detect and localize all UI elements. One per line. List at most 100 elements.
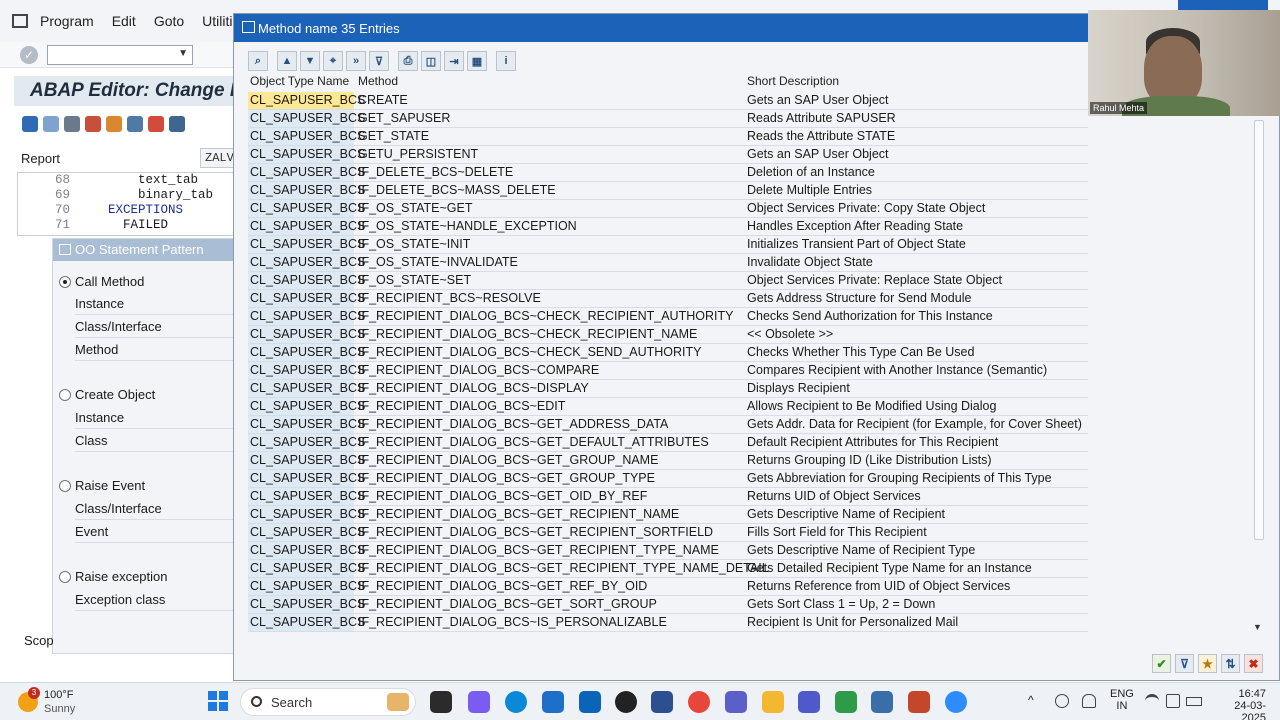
zoom-icon[interactable]: ⌕ xyxy=(248,51,268,71)
table-row[interactable]: CL_SAPUSER_BCS IF_RECIPIENT_DIALOG_BCS~CH… xyxy=(248,344,1088,362)
cell-method[interactable]: IF_RECIPIENT_DIALOG_BCS~GET_RECIPIENT_SO… xyxy=(357,524,743,541)
table-row[interactable]: CL_SAPUSER_BCS IF_RECIPIENT_DIALOG_BCS~GE… xyxy=(248,596,1088,614)
menu-edit[interactable]: Edit xyxy=(112,13,136,29)
cell-object-type[interactable]: CL_SAPUSER_BCS xyxy=(248,380,365,397)
table-row[interactable]: CL_SAPUSER_BCS CREATE Gets an SAP User Obj… xyxy=(248,92,1088,110)
taskbar-search[interactable]: Search xyxy=(240,688,416,716)
chrome-icon[interactable] xyxy=(688,691,710,713)
cell-short-description[interactable]: << Obsolete >> xyxy=(746,326,1088,343)
cell-method[interactable]: IF_RECIPIENT_DIALOG_BCS~GET_GROUP_TYPE xyxy=(357,470,743,487)
cell-method[interactable]: CREATE xyxy=(357,92,743,109)
code-line[interactable]: FAILED xyxy=(78,218,168,232)
enter-check-icon[interactable]: ✓ xyxy=(20,46,38,64)
table-row[interactable]: CL_SAPUSER_BCS IF_RECIPIENT_DIALOG_BCS~GE… xyxy=(248,470,1088,488)
store-icon[interactable] xyxy=(542,691,564,713)
tools-icon[interactable] xyxy=(64,116,80,132)
show-hidden-icons[interactable]: ^ xyxy=(1028,693,1034,707)
confirm-icon[interactable]: ✔ xyxy=(1152,654,1171,673)
layout-icon[interactable]: ▦ xyxy=(467,51,487,71)
cell-method[interactable]: IF_RECIPIENT_DIALOG_BCS~COMPARE xyxy=(357,362,743,379)
cell-short-description[interactable]: Delete Multiple Entries xyxy=(746,182,1088,199)
cell-method[interactable]: IF_RECIPIENT_DIALOG_BCS~EDIT xyxy=(357,398,743,415)
cell-method[interactable]: IF_RECIPIENT_DIALOG_BCS~IS_PERSONALIZABL… xyxy=(357,614,743,631)
chevron-down-icon[interactable]: ▼ xyxy=(178,48,188,59)
cell-short-description[interactable]: Compares Recipient with Another Instance… xyxy=(746,362,1088,379)
vertical-scrollbar[interactable]: ▲ ▼ xyxy=(1252,108,1266,635)
radio-button[interactable] xyxy=(59,479,71,492)
cell-short-description[interactable]: Default Recipient Attributes for This Re… xyxy=(746,434,1088,451)
cell-object-type[interactable]: CL_SAPUSER_BCS xyxy=(248,434,365,451)
table-row[interactable]: CL_SAPUSER_BCS IF_RECIPIENT_DIALOG_BCS~CO… xyxy=(248,362,1088,380)
teams-icon[interactable] xyxy=(725,691,747,713)
cell-method[interactable]: IF_RECIPIENT_BCS~RESOLVE xyxy=(357,290,743,307)
table-row[interactable]: CL_SAPUSER_BCS IF_RECIPIENT_DIALOG_BCS~GE… xyxy=(248,416,1088,434)
cell-object-type[interactable]: CL_SAPUSER_BCS xyxy=(248,128,365,145)
cell-method[interactable]: IF_RECIPIENT_DIALOG_BCS~GET_RECIPIENT_NA… xyxy=(357,506,743,523)
cell-object-type[interactable]: CL_SAPUSER_BCS xyxy=(248,524,365,541)
cell-short-description[interactable]: Gets Address Structure for Send Module xyxy=(746,290,1088,307)
cancel-icon[interactable]: ✖ xyxy=(1244,654,1263,673)
create-instance-field[interactable]: Instance xyxy=(75,407,235,429)
multiple-selection-icon[interactable]: ⇅ xyxy=(1221,654,1240,673)
table-row[interactable]: CL_SAPUSER_BCS IF_RECIPIENT_DIALOG_BCS~GE… xyxy=(248,434,1088,452)
cell-short-description[interactable]: Invalidate Object State xyxy=(746,254,1088,271)
cell-method[interactable]: IF_OS_STATE~SET xyxy=(357,272,743,289)
raise-exception-option[interactable]: Raise exception xyxy=(59,569,168,584)
cell-method[interactable]: IF_RECIPIENT_DIALOG_BCS~GET_REF_BY_OID xyxy=(357,578,743,595)
table-row[interactable]: CL_SAPUSER_BCS IF_RECIPIENT_DIALOG_BCS~CH… xyxy=(248,308,1088,326)
cell-method[interactable]: IF_RECIPIENT_DIALOG_BCS~CHECK_SEND_AUTHO… xyxy=(357,344,743,361)
radio-button[interactable] xyxy=(59,275,71,288)
cell-method[interactable]: GET_SAPUSER xyxy=(357,110,743,127)
cell-short-description[interactable]: Checks Send Authorization for This Insta… xyxy=(746,308,1088,325)
check-object-icon[interactable] xyxy=(85,116,101,132)
cell-object-type[interactable]: CL_SAPUSER_BCS xyxy=(248,542,365,559)
cell-short-description[interactable]: Handles Exception After Reading State xyxy=(746,218,1088,235)
cell-object-type[interactable]: CL_SAPUSER_BCS xyxy=(248,488,365,505)
cell-short-description[interactable]: Gets Sort Class 1 = Up, 2 = Down xyxy=(746,596,1088,613)
code-editor[interactable]: 68 text_tab 69 binary_tab 70 EXCEPTIONS … xyxy=(17,172,235,236)
sap-logon-icon[interactable] xyxy=(651,691,673,713)
info-icon[interactable]: i xyxy=(496,51,516,71)
cell-object-type[interactable]: CL_SAPUSER_BCS xyxy=(248,182,365,199)
cell-method[interactable]: GET_STATE xyxy=(357,128,743,145)
cell-short-description[interactable]: Gets an SAP User Object xyxy=(746,92,1088,109)
outlook-icon[interactable] xyxy=(579,691,601,713)
cell-short-description[interactable]: Object Services Private: Replace State O… xyxy=(746,272,1088,289)
cell-method[interactable]: IF_RECIPIENT_DIALOG_BCS~GET_RECIPIENT_TY… xyxy=(357,560,769,577)
table-row[interactable]: CL_SAPUSER_BCS IF_RECIPIENT_DIALOG_BCS~ED… xyxy=(248,398,1088,416)
table-row[interactable]: CL_SAPUSER_BCS IF_DELETE_BCS~MASS_DELETE D… xyxy=(248,182,1088,200)
language-indicator[interactable]: ENG IN xyxy=(1110,688,1134,712)
call-method-field[interactable]: Method xyxy=(75,339,235,361)
cell-method[interactable]: IF_DELETE_BCS~DELETE xyxy=(357,164,743,181)
windows-start-icon[interactable] xyxy=(208,691,228,711)
code-line[interactable]: binary_tab xyxy=(78,188,213,202)
microphone-icon[interactable] xyxy=(1082,694,1096,708)
file-explorer-icon[interactable] xyxy=(762,691,784,713)
event-field[interactable]: Event xyxy=(75,521,235,543)
cell-short-description[interactable]: Checks Whether This Type Can Be Used xyxy=(746,344,1088,361)
task-view-icon[interactable] xyxy=(430,691,452,713)
table-row[interactable]: CL_SAPUSER_BCS IF_OS_STATE~SET Object Serv… xyxy=(248,272,1088,290)
menu-program[interactable]: Program xyxy=(40,13,94,29)
cell-object-type[interactable]: CL_SAPUSER_BCS xyxy=(248,596,365,613)
cell-short-description[interactable]: Gets Descriptive Name of Recipient Type xyxy=(746,542,1088,559)
forward-icon[interactable] xyxy=(43,116,59,132)
cell-method[interactable]: IF_RECIPIENT_DIALOG_BCS~GET_SORT_GROUP xyxy=(357,596,743,613)
hierarchy-icon[interactable] xyxy=(169,116,185,132)
cell-method[interactable]: IF_RECIPIENT_DIALOG_BCS~CHECK_RECIPIENT_… xyxy=(357,326,743,343)
cell-short-description[interactable]: Object Services Private: Copy State Obje… xyxy=(746,200,1088,217)
cell-short-description[interactable]: Displays Recipient xyxy=(746,380,1088,397)
pencil-icon[interactable] xyxy=(148,116,164,132)
cell-method[interactable]: IF_RECIPIENT_DIALOG_BCS~GET_ADDRESS_DATA xyxy=(357,416,743,433)
table-row[interactable]: CL_SAPUSER_BCS IF_RECIPIENT_BCS~RESOLVE Ge… xyxy=(248,290,1088,308)
table-row[interactable]: CL_SAPUSER_BCS GET_SAPUSER Reads Attribute… xyxy=(248,110,1088,128)
cell-method[interactable]: IF_OS_STATE~INIT xyxy=(357,236,743,253)
table-row[interactable]: CL_SAPUSER_BCS IF_OS_STATE~GET Object Serv… xyxy=(248,200,1088,218)
cell-object-type[interactable]: CL_SAPUSER_BCS xyxy=(248,218,365,235)
scrollbar-thumb[interactable] xyxy=(1254,120,1264,540)
print-icon[interactable]: ⎙ xyxy=(398,51,418,71)
create-class-field[interactable]: Class xyxy=(75,430,235,452)
cell-short-description[interactable]: Initializes Transient Part of Object Sta… xyxy=(746,236,1088,253)
sap-editor-icon[interactable] xyxy=(871,691,893,713)
cell-object-type[interactable]: CL_SAPUSER_BCS xyxy=(248,344,365,361)
